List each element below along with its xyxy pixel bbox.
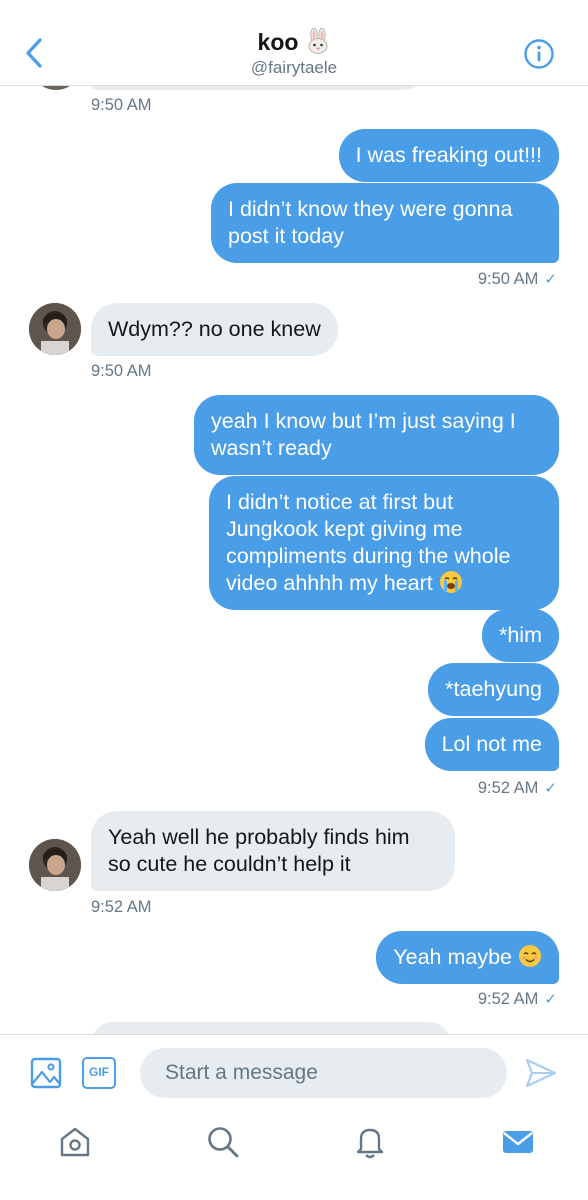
crying-face-emoji-icon bbox=[439, 571, 462, 593]
avatar[interactable] bbox=[29, 303, 81, 355]
message-bubble[interactable]: Lol not me bbox=[424, 718, 559, 771]
message-input[interactable] bbox=[140, 1048, 507, 1098]
messages-icon[interactable] bbox=[500, 1124, 536, 1160]
message-bubble[interactable]: I was freaking out!!! bbox=[338, 129, 559, 182]
message-bubble-partial[interactable] bbox=[91, 1022, 451, 1034]
gif-button[interactable]: GIF bbox=[82, 1057, 116, 1089]
image-icon[interactable] bbox=[30, 1057, 62, 1089]
message-bubble[interactable]: Yeah well he probably finds him so cute … bbox=[91, 811, 455, 891]
message-timestamp: 9:52 AM bbox=[91, 898, 152, 916]
conversation-title[interactable]: koo @fairytaele bbox=[0, 28, 588, 78]
message-bubble[interactable]: Yeah maybe bbox=[376, 931, 559, 984]
send-icon[interactable] bbox=[524, 1057, 558, 1089]
message-bubble[interactable]: *him bbox=[481, 609, 559, 662]
message-composer: GIF bbox=[0, 1034, 588, 1110]
smiling-face-emoji-icon bbox=[519, 945, 541, 967]
avatar[interactable] bbox=[30, 86, 82, 90]
message-timestamp: 9:50 AM bbox=[91, 96, 152, 114]
message-bubble-partial[interactable] bbox=[91, 86, 426, 90]
message-bubble[interactable]: Wdym?? no one knew bbox=[91, 303, 338, 356]
search-icon[interactable] bbox=[205, 1124, 241, 1160]
message-timestamp-read: 9:50 AM ✓ bbox=[477, 270, 557, 288]
notifications-icon[interactable] bbox=[352, 1124, 388, 1160]
contact-handle: @fairytaele bbox=[250, 58, 338, 77]
read-check-icon: ✓ bbox=[544, 991, 557, 1008]
read-check-icon: ✓ bbox=[544, 271, 557, 288]
rabbit-emoji-icon bbox=[308, 28, 328, 54]
home-icon[interactable] bbox=[57, 1124, 93, 1160]
info-icon[interactable] bbox=[523, 38, 555, 70]
conversation-header: koo @fairytaele bbox=[0, 0, 588, 86]
contact-name: koo bbox=[257, 29, 299, 55]
message-timestamp-read: 9:52 AM ✓ bbox=[477, 779, 557, 797]
read-check-icon: ✓ bbox=[544, 780, 557, 797]
avatar[interactable] bbox=[29, 839, 81, 891]
message-timestamp-read: 9:52 AM ✓ bbox=[477, 990, 557, 1008]
bottom-tab-bar bbox=[0, 1110, 588, 1200]
message-timestamp: 9:50 AM bbox=[91, 362, 152, 380]
message-list[interactable]: 9:50 AM I was freaking out!!! I didn’t k… bbox=[0, 86, 588, 1034]
message-bubble[interactable]: *taehyung bbox=[428, 663, 559, 716]
message-bubble[interactable]: I didn’t know they were gonna post it to… bbox=[211, 183, 559, 263]
message-bubble[interactable]: yeah I know but I’m just saying I wasn’t… bbox=[194, 395, 559, 475]
message-bubble[interactable]: I didn’t notice at first but Jungkook ke… bbox=[209, 476, 559, 610]
